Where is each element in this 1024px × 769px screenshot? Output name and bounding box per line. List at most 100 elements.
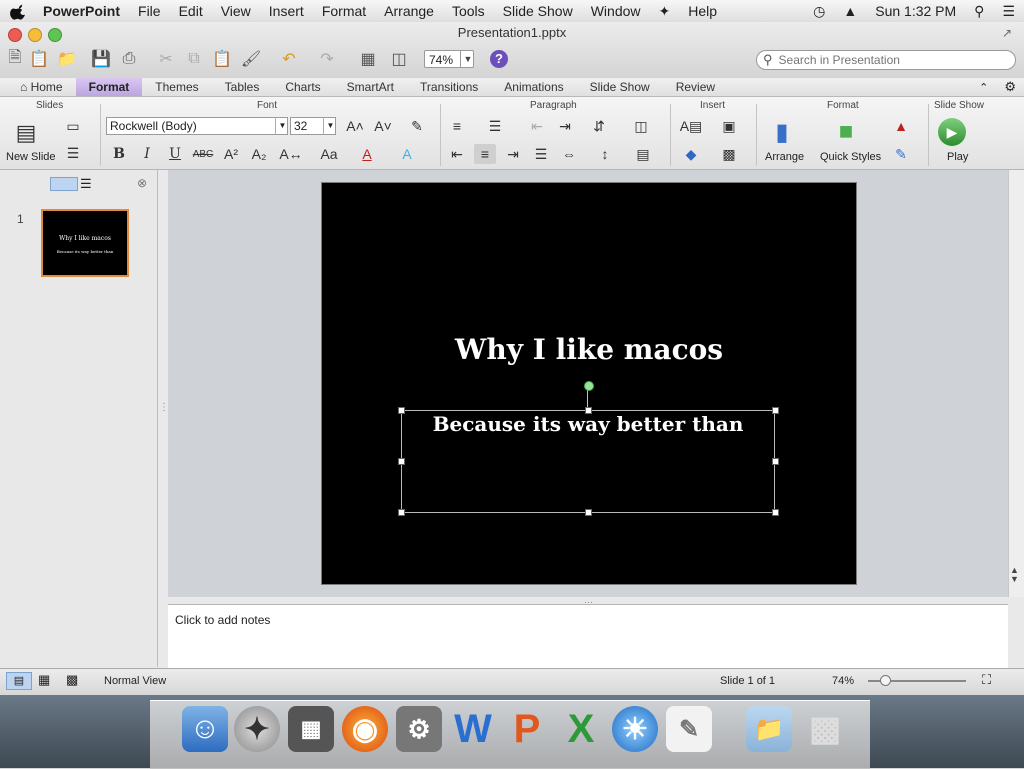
resize-handle[interactable] [398, 458, 405, 465]
resize-handle[interactable] [398, 509, 405, 516]
arrange-button[interactable]: Arrange [765, 151, 804, 163]
shape-line-icon[interactable]: ✎ [890, 144, 912, 164]
search-field[interactable]: ⚲ [756, 50, 1016, 70]
menu-arrange[interactable]: Arrange [375, 0, 443, 22]
resize-handle[interactable] [585, 407, 592, 414]
slides-view-toggle[interactable] [50, 177, 78, 191]
shape-fill-icon[interactable]: ▲ [890, 116, 912, 136]
rotate-handle[interactable] [584, 381, 594, 391]
text-effects-icon[interactable]: A [396, 144, 418, 164]
collapse-ribbon-icon[interactable]: ⌃ [971, 81, 996, 94]
templates-icon[interactable]: 📋 [28, 48, 50, 70]
list-menu-icon[interactable]: ☰ [993, 0, 1024, 22]
slide-sorter-view-icon[interactable]: ▦ [38, 672, 50, 688]
scroll-arrows-icon[interactable]: ▲ ▼ [1010, 566, 1019, 584]
text-document-icon[interactable]: ✎ [666, 706, 712, 752]
cut-icon[interactable]: ✂ [155, 48, 177, 70]
bullets-icon[interactable]: ≡ [446, 116, 468, 136]
new-slide-button[interactable]: New Slide [6, 151, 56, 163]
quick-styles-button[interactable]: Quick Styles [820, 151, 881, 163]
menu-view[interactable]: View [212, 0, 260, 22]
slide-show-view-icon[interactable]: ▩ [66, 672, 78, 688]
strikethrough-icon[interactable]: ABC [192, 144, 214, 164]
menu-clock[interactable]: Sun 1:32 PM [866, 0, 965, 22]
tab-home[interactable]: ⌂ Home [0, 78, 76, 96]
launchpad-icon[interactable]: ✦ [234, 706, 280, 752]
menu-help[interactable]: Help [679, 0, 726, 22]
fullscreen-icon[interactable]: ↗ [1002, 26, 1012, 40]
new-slide-icon[interactable]: ▤ [10, 118, 42, 148]
shrink-font-icon[interactable]: A˅ [372, 116, 394, 136]
picture-icon[interactable]: ▣ [718, 116, 740, 136]
character-spacing-icon[interactable]: A↔ [279, 144, 302, 164]
menu-window[interactable]: Window [582, 0, 650, 22]
copy-icon[interactable]: ⧉ [183, 48, 205, 70]
undo-icon[interactable]: ↶ [278, 48, 300, 70]
slide-subtitle-text[interactable]: Because its way better than [401, 412, 775, 436]
change-case-icon[interactable]: Aa [318, 144, 340, 164]
align-center-icon[interactable]: ≡ [474, 144, 496, 164]
font-size-dropdown-icon[interactable]: ▼ [323, 117, 337, 135]
decrease-indent-icon[interactable]: ⇤ [526, 116, 548, 136]
close-pane-icon[interactable]: ⊗ [137, 176, 147, 190]
numbering-icon[interactable]: ☰ [484, 116, 506, 136]
redo-icon[interactable]: ↷ [316, 48, 338, 70]
open-folder-icon[interactable]: 📁 [56, 48, 78, 70]
time-machine-icon[interactable]: ◷ [804, 0, 834, 22]
outline-view-icon[interactable]: ☰ [80, 176, 92, 192]
tab-transitions[interactable]: Transitions [407, 78, 491, 96]
line-spacing-icon[interactable]: ⇵ [588, 116, 610, 136]
tab-format[interactable]: Format [75, 78, 143, 96]
pane-resize-handle[interactable]: ⋮ [159, 403, 169, 425]
font-color-icon[interactable]: A [356, 144, 378, 164]
ribbon-settings-gear-icon[interactable]: ⚙ [996, 79, 1024, 95]
system-preferences-icon[interactable]: ⚙ [396, 706, 442, 752]
menu-insert[interactable]: Insert [260, 0, 313, 22]
help-button[interactable]: ? [490, 50, 508, 68]
font-name-field[interactable]: Rockwell (Body) [106, 117, 288, 135]
tab-tables[interactable]: Tables [212, 78, 273, 96]
menu-app-name[interactable]: PowerPoint [34, 0, 129, 22]
menu-tools[interactable]: Tools [443, 0, 494, 22]
superscript-icon[interactable]: A² [220, 144, 242, 164]
paste-icon[interactable]: 📋 [211, 48, 233, 70]
tab-animations[interactable]: Animations [491, 78, 576, 96]
tab-charts[interactable]: Charts [272, 78, 333, 96]
powerpoint-icon[interactable]: P [504, 706, 550, 752]
new-document-icon[interactable]: 🗎 [4, 48, 26, 70]
vertical-scrollbar[interactable] [1008, 170, 1024, 597]
font-name-dropdown-icon[interactable]: ▼ [275, 117, 289, 135]
menu-format[interactable]: Format [313, 0, 375, 22]
arrange-icon[interactable]: ▮ [766, 116, 798, 148]
underline-icon[interactable]: U [164, 144, 186, 164]
zoom-slider-thumb[interactable] [880, 675, 891, 686]
tab-slide-show[interactable]: Slide Show [577, 78, 663, 96]
distribute-icon[interactable]: ⇔ [558, 144, 580, 164]
shape-icon[interactable]: ◆ [680, 144, 702, 164]
resize-handle[interactable] [772, 458, 779, 465]
subscript-icon[interactable]: A₂ [248, 144, 270, 164]
slide-title-text[interactable]: Why I like macos [322, 333, 856, 366]
trash-icon[interactable]: ▩ [802, 706, 848, 752]
slide-thumbnail[interactable]: Why I like macos Because its way better … [41, 209, 129, 277]
section-icon[interactable]: ☰ [62, 143, 84, 163]
tab-smartart[interactable]: SmartArt [334, 78, 407, 96]
eject-icon[interactable]: ▲ [834, 0, 866, 22]
format-painter-icon[interactable]: 🖌 [240, 48, 262, 70]
tab-review[interactable]: Review [663, 78, 728, 96]
columns-icon[interactable]: ◫ [630, 116, 652, 136]
finder-icon[interactable]: ☺ [182, 706, 228, 752]
apple-icon[interactable] [10, 2, 28, 20]
word-icon[interactable]: W [450, 706, 496, 752]
media-browser-icon[interactable]: ◫ [388, 48, 410, 70]
tab-themes[interactable]: Themes [142, 78, 211, 96]
resize-handle[interactable] [772, 509, 779, 516]
increase-indent-icon[interactable]: ⇥ [554, 116, 576, 136]
notes-pane[interactable]: Click to add notes [168, 604, 1008, 668]
resize-handle[interactable] [585, 509, 592, 516]
folder-icon[interactable]: 📁 [746, 706, 792, 752]
play-button[interactable]: Play [947, 151, 968, 163]
play-icon[interactable]: ▶ [938, 118, 966, 146]
grow-font-icon[interactable]: A˄ [344, 116, 366, 136]
align-right-icon[interactable]: ⇥ [502, 144, 524, 164]
